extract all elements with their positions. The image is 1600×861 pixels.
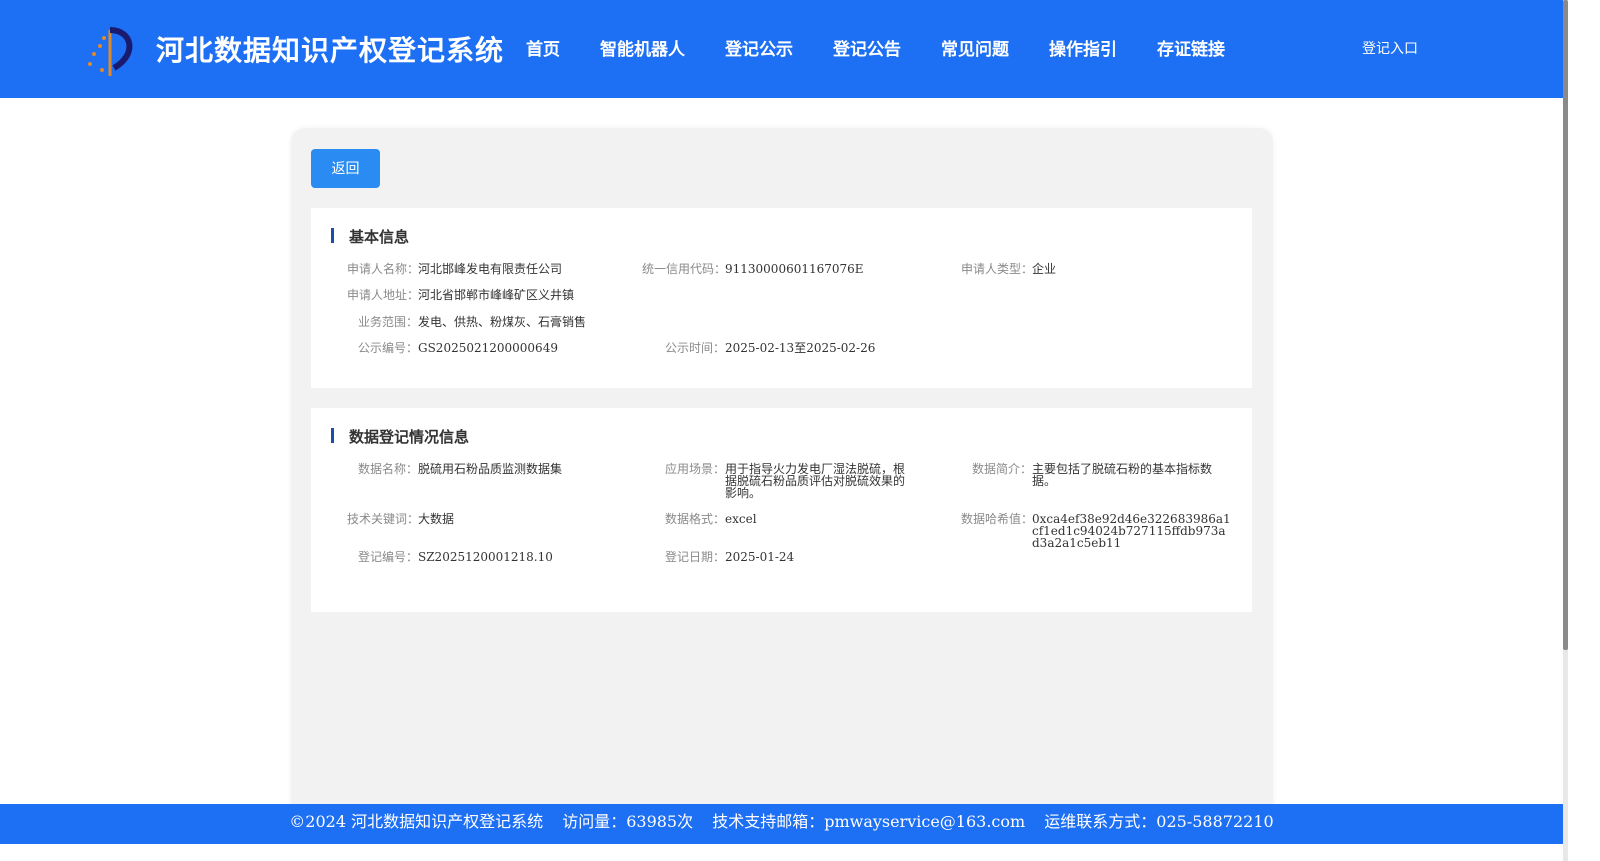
- footer-visits: 访问量：63985次: [562, 812, 694, 831]
- field-value: 2025-01-24: [725, 550, 795, 564]
- main-nav: 首页 智能机器人 登记公示 登记公告 常见问题 操作指引 存证链接: [526, 35, 1265, 60]
- nav-guide[interactable]: 操作指引: [1049, 35, 1117, 60]
- field-value: SZ2025120001218.10: [418, 550, 553, 564]
- field-label: 申请人地址：: [347, 288, 420, 302]
- field-value: 河北邯峰发电有限责任公司: [418, 262, 563, 276]
- field-label: 公示时间：: [664, 341, 725, 355]
- field-value: GS2025021200000649: [418, 341, 558, 355]
- top-header: 河北数据知识产权登记系统 首页 智能机器人 登记公示 登记公告 常见问题 操作指…: [0, 0, 1563, 98]
- reg-date-row: 登记日期：2025-01-24: [654, 551, 794, 563]
- address-row: 申请人地址：河北省邯郸市峰峰矿区义井镇: [347, 289, 574, 301]
- reg-no-row: 登记编号：SZ2025120001218.10: [347, 551, 553, 563]
- field-label: 申请人名称：: [347, 262, 420, 276]
- field-value: 主要包括了脱硫石粉的基本指标数据。: [1032, 462, 1213, 488]
- field-label: 业务范围：: [357, 315, 418, 329]
- field-value: 91130000601167076E: [725, 262, 864, 276]
- format-row: 数据格式：excel: [654, 513, 757, 525]
- nav-robot[interactable]: 智能机器人: [600, 35, 685, 60]
- field-value: 企业: [1032, 262, 1057, 276]
- site-title[interactable]: 河北数据知识产权登记系统: [156, 29, 504, 69]
- detail-card: 返回 基本信息 申请人名称：河北邯峰发电有限责任公司 统一信用代码：911300…: [291, 128, 1273, 828]
- applicant-type-row: 申请人类型：企业: [961, 263, 1056, 275]
- field-value: 脱硫用石粉品质监测数据集: [418, 462, 563, 476]
- footer-copyright: ©2024 河北数据知识产权登记系统: [289, 812, 544, 831]
- nav-evidence-link[interactable]: 存证链接: [1157, 35, 1225, 60]
- field-label: 应用场景：: [664, 462, 725, 476]
- field-value: 河北省邯郸市峰峰矿区义井镇: [418, 288, 575, 302]
- nav-faq[interactable]: 常见问题: [941, 35, 1009, 60]
- field-label: 数据格式：: [664, 512, 725, 526]
- credit-code-row: 统一信用代码：91130000601167076E: [642, 263, 864, 275]
- footer-phone: 运维联系方式：025-58872210: [1044, 812, 1274, 831]
- section-title: 数据登记情况信息: [331, 426, 469, 447]
- field-label: 公示编号：: [357, 341, 418, 355]
- basic-info-section: 基本信息 申请人名称：河北邯峰发电有限责任公司 统一信用代码：911300006…: [311, 208, 1252, 388]
- field-label: 申请人类型：: [961, 262, 1034, 276]
- summary-row: 数据简介：主要包括了脱硫石粉的基本指标数据。: [961, 463, 1212, 487]
- field-value: 2025-02-13至2025-02-26: [725, 341, 876, 355]
- field-label: 数据哈希值：: [961, 512, 1034, 526]
- applicant-name-row: 申请人名称：河北邯峰发电有限责任公司: [347, 263, 562, 275]
- data-registration-section: 数据登记情况信息 数据名称：脱硫用石粉品质监测数据集 应用场景：用于指导火力发电…: [311, 408, 1252, 612]
- hash-row: 数据哈希值：0xca4ef38e92d46e322683986a1cf1ed1c…: [961, 513, 1232, 549]
- nav-announcement[interactable]: 登记公告: [833, 35, 901, 60]
- field-label: 登记日期：: [664, 550, 725, 564]
- notice-time-row: 公示时间：2025-02-13至2025-02-26: [654, 342, 875, 354]
- nav-publicity[interactable]: 登记公示: [725, 35, 793, 60]
- site-logo-icon[interactable]: [80, 24, 136, 80]
- field-value: 用于指导火力发电厂湿法脱硫，根据脱硫石粉品质评估对脱硫效果的影响。: [725, 462, 906, 500]
- nav-home[interactable]: 首页: [526, 35, 560, 60]
- field-value: 发电、供热、粉煤灰、石膏销售: [418, 315, 587, 329]
- footer: ©2024 河北数据知识产权登记系统 访问量：63985次 技术支持邮箱：pmw…: [0, 804, 1563, 844]
- data-name-row: 数据名称：脱硫用石粉品质监测数据集: [347, 463, 618, 475]
- login-link[interactable]: 登记入口: [1362, 38, 1418, 58]
- field-label: 数据名称：: [357, 462, 418, 476]
- field-value: excel: [725, 512, 757, 526]
- notice-no-row: 公示编号：GS2025021200000649: [347, 342, 558, 354]
- field-label: 登记编号：: [357, 550, 418, 564]
- scenario-row: 应用场景：用于指导火力发电厂湿法脱硫，根据脱硫石粉品质评估对脱硫效果的影响。: [654, 463, 915, 499]
- section-title: 基本信息: [331, 226, 409, 247]
- field-label: 统一信用代码：: [642, 262, 727, 276]
- business-scope-row: 业务范围：发电、供热、粉煤灰、石膏销售: [347, 316, 586, 328]
- footer-email: 技术支持邮箱：pmwayservice@163.com: [712, 812, 1026, 831]
- field-label: 技术关键词：: [347, 512, 420, 526]
- field-label: 数据简介：: [971, 462, 1032, 476]
- back-button[interactable]: 返回: [311, 149, 380, 188]
- keywords-row: 技术关键词：大数据: [347, 513, 454, 525]
- scrollbar-thumb[interactable]: [1563, 0, 1568, 650]
- field-value: 大数据: [418, 512, 455, 526]
- field-value: 0xca4ef38e92d46e322683986a1cf1ed1c94024b…: [1032, 512, 1231, 550]
